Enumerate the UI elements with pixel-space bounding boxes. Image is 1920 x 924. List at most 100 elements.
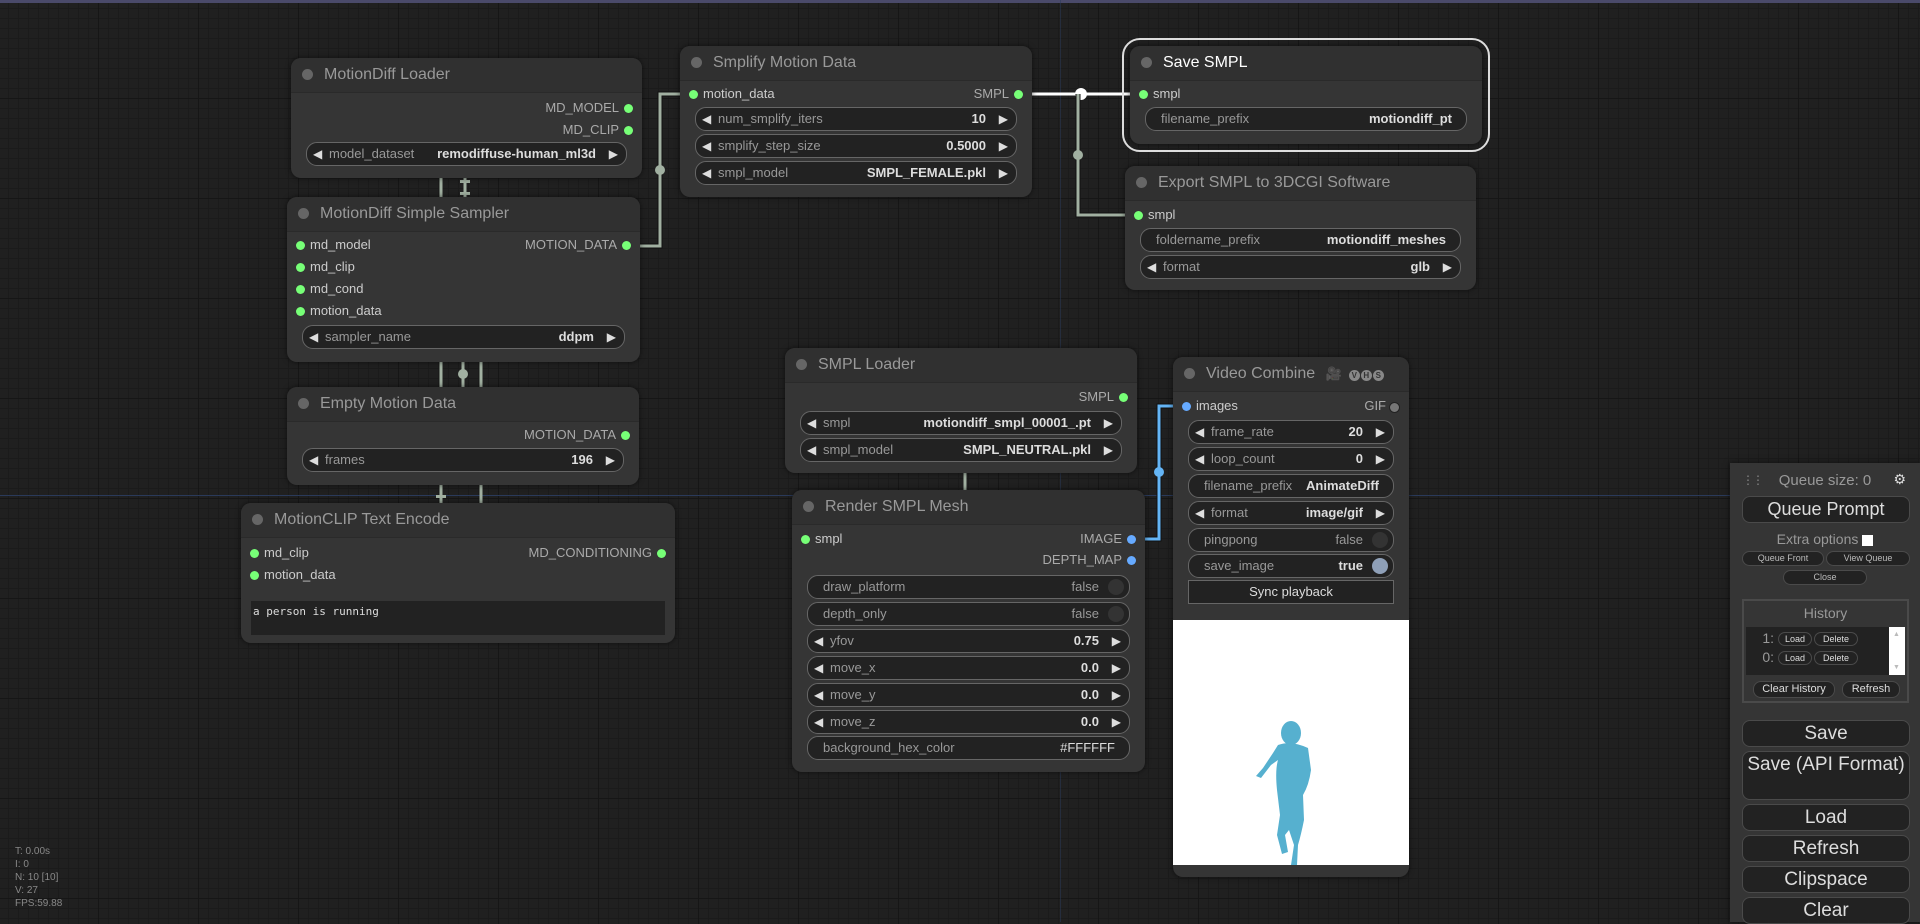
widget-sampler-name[interactable]: ◀ sampler_name ddpm ▶ — [302, 325, 625, 349]
collapse-dot-icon[interactable] — [298, 398, 309, 409]
save-api-format-button[interactable]: Save (API Format) — [1742, 751, 1910, 800]
input-slot-images[interactable]: images — [1182, 397, 1238, 415]
collapse-dot-icon[interactable] — [691, 57, 702, 68]
toggle-knob-icon[interactable] — [1108, 579, 1124, 595]
output-slot-md-model[interactable]: MD_MODEL — [545, 99, 633, 117]
arrow-right-icon[interactable]: ▶ — [1112, 684, 1121, 706]
widget-num-smplify-iters[interactable]: ◀ num_smplify_iters 10 ▶ — [695, 107, 1017, 131]
node-smplify-motion-data[interactable]: Smplify Motion Data motion_data SMPL ◀ n… — [680, 46, 1032, 197]
toggle-knob-icon[interactable] — [1108, 606, 1124, 622]
input-slot-smpl[interactable]: smpl — [1139, 85, 1180, 103]
widget-model-dataset[interactable]: ◀ model_dataset remodiffuse-human_ml3d ▶ — [306, 142, 627, 166]
prompt-textarea[interactable]: a person is running — [251, 601, 665, 635]
node-title[interactable]: MotionDiff Simple Sampler — [287, 197, 640, 232]
slot-pin-icon[interactable] — [622, 241, 631, 250]
node-title[interactable]: Video Combine 🎥 V H S — [1173, 357, 1409, 392]
slot-pin-icon[interactable] — [250, 549, 259, 558]
node-smpl-loader[interactable]: SMPL Loader SMPL ◀ smpl motiondiff_smpl_… — [785, 348, 1137, 473]
clear-button[interactable]: Clear — [1742, 897, 1910, 924]
input-slot-motion-data[interactable]: motion_data — [296, 302, 382, 320]
slot-pin-icon[interactable] — [296, 241, 305, 250]
arrow-left-icon[interactable]: ◀ — [814, 657, 823, 679]
node-render-smpl-mesh[interactable]: Render SMPL Mesh smpl IMAGE DEPTH_MAP dr… — [792, 490, 1145, 772]
node-video-combine[interactable]: Video Combine 🎥 V H S images GIF ◀ frame_ra… — [1173, 357, 1409, 877]
arrow-left-icon[interactable]: ◀ — [807, 412, 816, 434]
arrow-left-icon[interactable]: ◀ — [702, 162, 711, 184]
node-title[interactable]: MotionDiff Loader — [291, 58, 642, 93]
arrow-left-icon[interactable]: ◀ — [814, 630, 823, 652]
widget-filename-prefix[interactable]: filename_prefix motiondiff_pt — [1145, 107, 1467, 131]
widget-loop-count[interactable]: ◀ loop_count 0 ▶ — [1188, 447, 1394, 471]
scroll-up-icon[interactable]: ▲ — [1893, 631, 1900, 638]
widget-move-x[interactable]: ◀ move_x 0.0 ▶ — [807, 656, 1130, 680]
arrow-right-icon[interactable]: ▶ — [999, 108, 1008, 130]
arrow-left-icon[interactable]: ◀ — [313, 143, 322, 165]
collapse-dot-icon[interactable] — [252, 514, 263, 525]
arrow-right-icon[interactable]: ▶ — [607, 326, 616, 348]
refresh-button[interactable]: Refresh — [1742, 835, 1910, 862]
queue-front-button[interactable]: Queue Front — [1742, 551, 1824, 566]
gear-icon[interactable]: ⚙ — [1893, 471, 1906, 488]
node-title[interactable]: MotionCLIP Text Encode — [241, 503, 675, 538]
widget-move-z[interactable]: ◀ move_z 0.0 ▶ — [807, 710, 1130, 734]
arrow-right-icon[interactable]: ▶ — [999, 135, 1008, 157]
output-slot-motion-data[interactable]: MOTION_DATA — [524, 426, 630, 444]
node-export-smpl[interactable]: Export SMPL to 3DCGI Software smpl folde… — [1125, 166, 1476, 290]
slot-pin-icon[interactable] — [657, 549, 666, 558]
slot-pin-icon[interactable] — [801, 535, 810, 544]
widget-smplify-step-size[interactable]: ◀ smplify_step_size 0.5000 ▶ — [695, 134, 1017, 158]
node-title[interactable]: Smplify Motion Data — [680, 46, 1032, 81]
widget-format[interactable]: ◀ format image/gif ▶ — [1188, 501, 1394, 525]
widget-format[interactable]: ◀ format glb ▶ — [1140, 255, 1461, 279]
widget-frames[interactable]: ◀ frames 196 ▶ — [302, 448, 624, 472]
slot-pin-icon[interactable] — [689, 90, 698, 99]
arrow-right-icon[interactable]: ▶ — [1443, 256, 1452, 278]
load-button[interactable]: Load — [1742, 804, 1910, 831]
arrow-right-icon[interactable]: ▶ — [1104, 412, 1113, 434]
slot-pin-icon[interactable] — [1139, 90, 1148, 99]
widget-yfov[interactable]: ◀ yfov 0.75 ▶ — [807, 629, 1130, 653]
arrow-right-icon[interactable]: ▶ — [1376, 502, 1385, 524]
toggle-knob-icon[interactable] — [1372, 532, 1388, 548]
toggle-knob-icon[interactable] — [1372, 558, 1388, 574]
widget-pingpong[interactable]: pingpong false — [1188, 528, 1394, 552]
widget-foldername-prefix[interactable]: foldername_prefix motiondiff_meshes — [1140, 228, 1461, 252]
close-queue-button[interactable]: Close — [1783, 570, 1867, 585]
widget-depth-only[interactable]: depth_only false — [807, 602, 1130, 626]
node-motiondiff-loader[interactable]: MotionDiff Loader MD_MODEL MD_CLIP ◀ mod… — [291, 58, 642, 178]
collapse-dot-icon[interactable] — [796, 359, 807, 370]
input-slot-md-cond[interactable]: md_cond — [296, 280, 363, 298]
node-empty-motion-data[interactable]: Empty Motion Data MOTION_DATA ◀ frames 1… — [287, 387, 639, 485]
collapse-dot-icon[interactable] — [302, 69, 313, 80]
arrow-right-icon[interactable]: ▶ — [1112, 711, 1121, 733]
arrow-left-icon[interactable]: ◀ — [807, 439, 816, 461]
arrow-right-icon[interactable]: ▶ — [609, 143, 618, 165]
node-title[interactable]: SMPL Loader — [785, 348, 1137, 383]
output-slot-smpl[interactable]: SMPL — [974, 85, 1023, 103]
arrow-left-icon[interactable]: ◀ — [1195, 448, 1204, 470]
arrow-left-icon[interactable]: ◀ — [309, 326, 318, 348]
widget-draw-platform[interactable]: draw_platform false — [807, 575, 1130, 599]
arrow-left-icon[interactable]: ◀ — [702, 135, 711, 157]
slot-pin-icon[interactable] — [1389, 402, 1400, 413]
output-slot-depth-map[interactable]: DEPTH_MAP — [1043, 551, 1136, 569]
slot-pin-icon[interactable] — [1182, 402, 1191, 411]
slot-pin-icon[interactable] — [250, 571, 259, 580]
clipspace-button[interactable]: Clipspace — [1742, 866, 1910, 893]
history-scrollbar[interactable]: ▲ ▼ — [1889, 627, 1905, 675]
slot-pin-icon[interactable] — [1119, 393, 1128, 402]
widget-move-y[interactable]: ◀ move_y 0.0 ▶ — [807, 683, 1130, 707]
output-slot-smpl[interactable]: SMPL — [1079, 388, 1128, 406]
queue-prompt-button[interactable]: Queue Prompt — [1742, 496, 1910, 523]
widget-smpl-model[interactable]: ◀ smpl_model SMPL_NEUTRAL.pkl ▶ — [800, 438, 1122, 462]
input-slot-md-clip[interactable]: md_clip — [296, 258, 355, 276]
node-title[interactable]: Save SMPL — [1130, 46, 1482, 81]
output-slot-md-conditioning[interactable]: MD_CONDITIONING — [529, 544, 666, 562]
view-queue-button[interactable]: View Queue — [1826, 551, 1910, 566]
node-motiondiff-simple-sampler[interactable]: MotionDiff Simple Sampler md_model md_cl… — [287, 197, 640, 362]
slot-pin-icon[interactable] — [1127, 535, 1136, 544]
arrow-right-icon[interactable]: ▶ — [1104, 439, 1113, 461]
slot-pin-icon[interactable] — [624, 104, 633, 113]
output-slot-md-clip[interactable]: MD_CLIP — [563, 121, 633, 139]
node-title[interactable]: Render SMPL Mesh — [792, 490, 1145, 525]
